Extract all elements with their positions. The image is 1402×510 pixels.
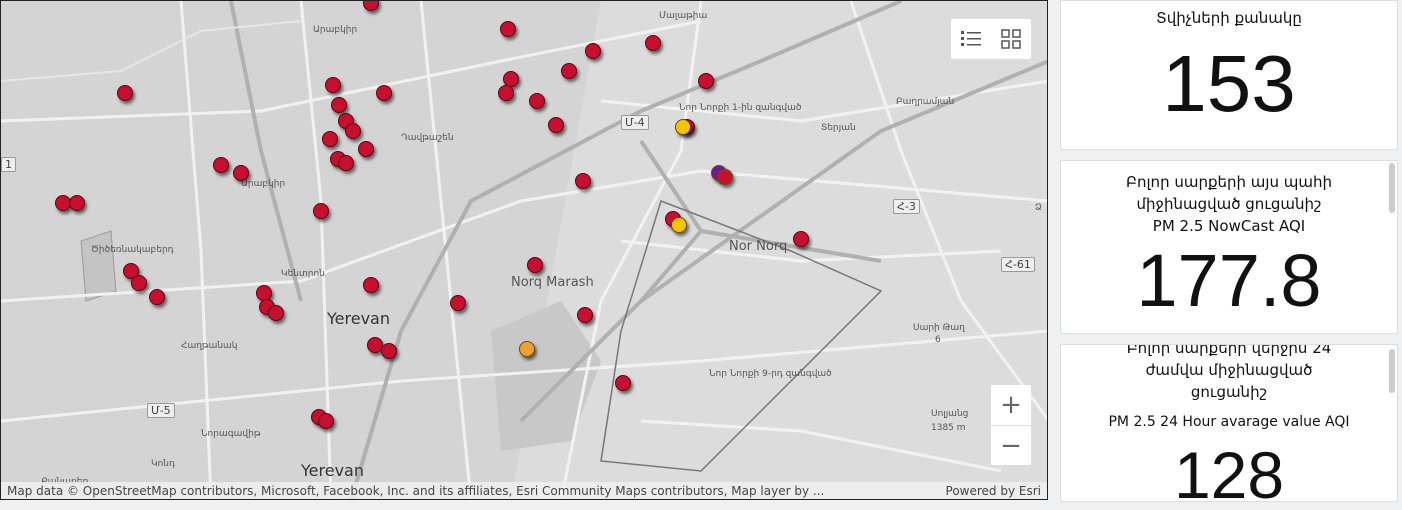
- zoom-in-button[interactable]: +: [991, 385, 1031, 425]
- sensor-point[interactable]: [338, 155, 354, 171]
- sensor-point[interactable]: [69, 195, 85, 211]
- zoom-control: + −: [991, 385, 1031, 465]
- sensor-point[interactable]: [585, 43, 601, 59]
- road-shield: 1: [1, 157, 16, 172]
- sensor-point[interactable]: [363, 277, 379, 293]
- map-label: Ծիծեռնակաբերդ: [91, 245, 174, 255]
- card-value: 128: [1173, 438, 1285, 502]
- road-shield: Մ-4: [621, 115, 649, 130]
- sensor-point[interactable]: [331, 97, 347, 113]
- map-label: Տերյան: [821, 123, 856, 133]
- map-label: Կոնդ: [151, 459, 175, 469]
- sensor-point[interactable]: [313, 203, 329, 219]
- map-label: Արաբկիր: [241, 179, 286, 189]
- sensor-point[interactable]: [645, 35, 661, 51]
- map-label-city: Yerevan: [327, 309, 390, 328]
- attribution-text[interactable]: Map data © OpenStreetMap contributors, M…: [7, 484, 927, 498]
- sensor-point[interactable]: [527, 257, 543, 273]
- map-label: Արաբկիր: [313, 25, 358, 35]
- sensor-point[interactable]: [575, 173, 591, 189]
- card-subtitle: PM 2.5 24 Hour avarage value AQI: [1108, 414, 1350, 430]
- sensor-point[interactable]: [376, 85, 392, 101]
- map-widget-toolbar: [951, 19, 1031, 59]
- sensor-point[interactable]: [325, 77, 341, 93]
- card-title: Բոլոր սարքերի վերջին 24 ժամվա միջինացված…: [1126, 344, 1332, 401]
- card-title: Տվիչների քանակը: [1156, 9, 1302, 27]
- sensor-point[interactable]: [615, 375, 631, 391]
- sensor-point[interactable]: [500, 21, 516, 37]
- map-label: Սարի Թաղ: [913, 323, 965, 333]
- sensor-point[interactable]: [117, 85, 133, 101]
- zoom-out-button[interactable]: −: [991, 425, 1031, 465]
- map-label: Սոլյանց: [931, 409, 969, 419]
- sensor-point[interactable]: [318, 413, 334, 429]
- road-shield: Հ-3: [893, 199, 920, 214]
- road-shield: Մ-5: [147, 403, 175, 418]
- sensor-point[interactable]: [548, 117, 564, 133]
- day-average-aqi-card: Բոլոր սարքերի վերջին 24 ժամվա միջինացված…: [1060, 344, 1398, 502]
- map-label: Նորագավիթ: [201, 429, 261, 439]
- map-label-district: Nor Norq: [729, 239, 788, 254]
- map-view[interactable]: Արաբկիր Yerevan Yerevan Norq Marash Nor …: [0, 0, 1048, 500]
- sensor-point[interactable]: [577, 307, 593, 323]
- map-label: Նոր Նորքի 1-ին զանգված: [679, 103, 802, 113]
- sensor-point[interactable]: [213, 157, 229, 173]
- sensor-point[interactable]: [671, 217, 687, 233]
- map-label: Դավթաշեն: [401, 133, 454, 143]
- map-label-city: Yerevan: [301, 461, 364, 480]
- sensor-point[interactable]: [381, 343, 397, 359]
- sensor-point[interactable]: [322, 131, 338, 147]
- sensor-point[interactable]: [345, 123, 361, 139]
- basemap-gallery-icon[interactable]: [991, 19, 1031, 59]
- nowcast-aqi-card: Բոլոր սարքերի այս պահի միջինացված ցուցան…: [1060, 160, 1398, 334]
- sensor-point[interactable]: [698, 73, 714, 89]
- sensor-point[interactable]: [717, 169, 733, 185]
- sensor-point[interactable]: [498, 85, 514, 101]
- map-label: 1385 m: [931, 423, 966, 433]
- map-label: 6: [935, 335, 941, 345]
- sensor-point[interactable]: [450, 295, 466, 311]
- road-shield: Հ-61: [1001, 257, 1035, 272]
- card-scrollbar[interactable]: [1389, 163, 1395, 213]
- sensor-point[interactable]: [233, 165, 249, 181]
- sensor-point[interactable]: [519, 341, 535, 357]
- card-subtitle: PM 2.5 NowCast AQI: [1152, 217, 1306, 235]
- map-label: Կենտրոն: [281, 269, 325, 279]
- sensor-count-card: Տվիչների քանակը 153: [1060, 0, 1398, 150]
- sensor-point[interactable]: [529, 93, 545, 109]
- sensor-point[interactable]: [268, 305, 284, 321]
- map-label: Բաղրամյան: [896, 97, 955, 107]
- sensor-point[interactable]: [358, 141, 374, 157]
- card-scrollbar[interactable]: [1389, 349, 1395, 393]
- sensor-point[interactable]: [149, 289, 165, 305]
- sensor-point[interactable]: [131, 275, 147, 291]
- map-label: Մալաթիա: [659, 11, 708, 21]
- powered-by-link[interactable]: Powered by Esri: [946, 484, 1041, 498]
- map-label: Ձ: [1035, 203, 1042, 213]
- sensor-point[interactable]: [675, 119, 691, 135]
- map-label: Հաղթանակ: [181, 341, 238, 351]
- sensor-point[interactable]: [793, 231, 809, 247]
- card-value: 177.8: [1136, 239, 1322, 322]
- legend-list-icon[interactable]: [951, 19, 991, 59]
- card-title: Բոլոր սարքերի այս պահի միջինացված ցուցան…: [1126, 173, 1332, 213]
- map-label-district: Norq Marash: [511, 275, 594, 290]
- card-value: 153: [1162, 39, 1296, 128]
- map-label: Նոր Նորքի 9-րդ զանգված: [709, 369, 832, 379]
- sensor-point[interactable]: [561, 63, 577, 79]
- map-attribution: Map data © OpenStreetMap contributors, M…: [1, 482, 1047, 499]
